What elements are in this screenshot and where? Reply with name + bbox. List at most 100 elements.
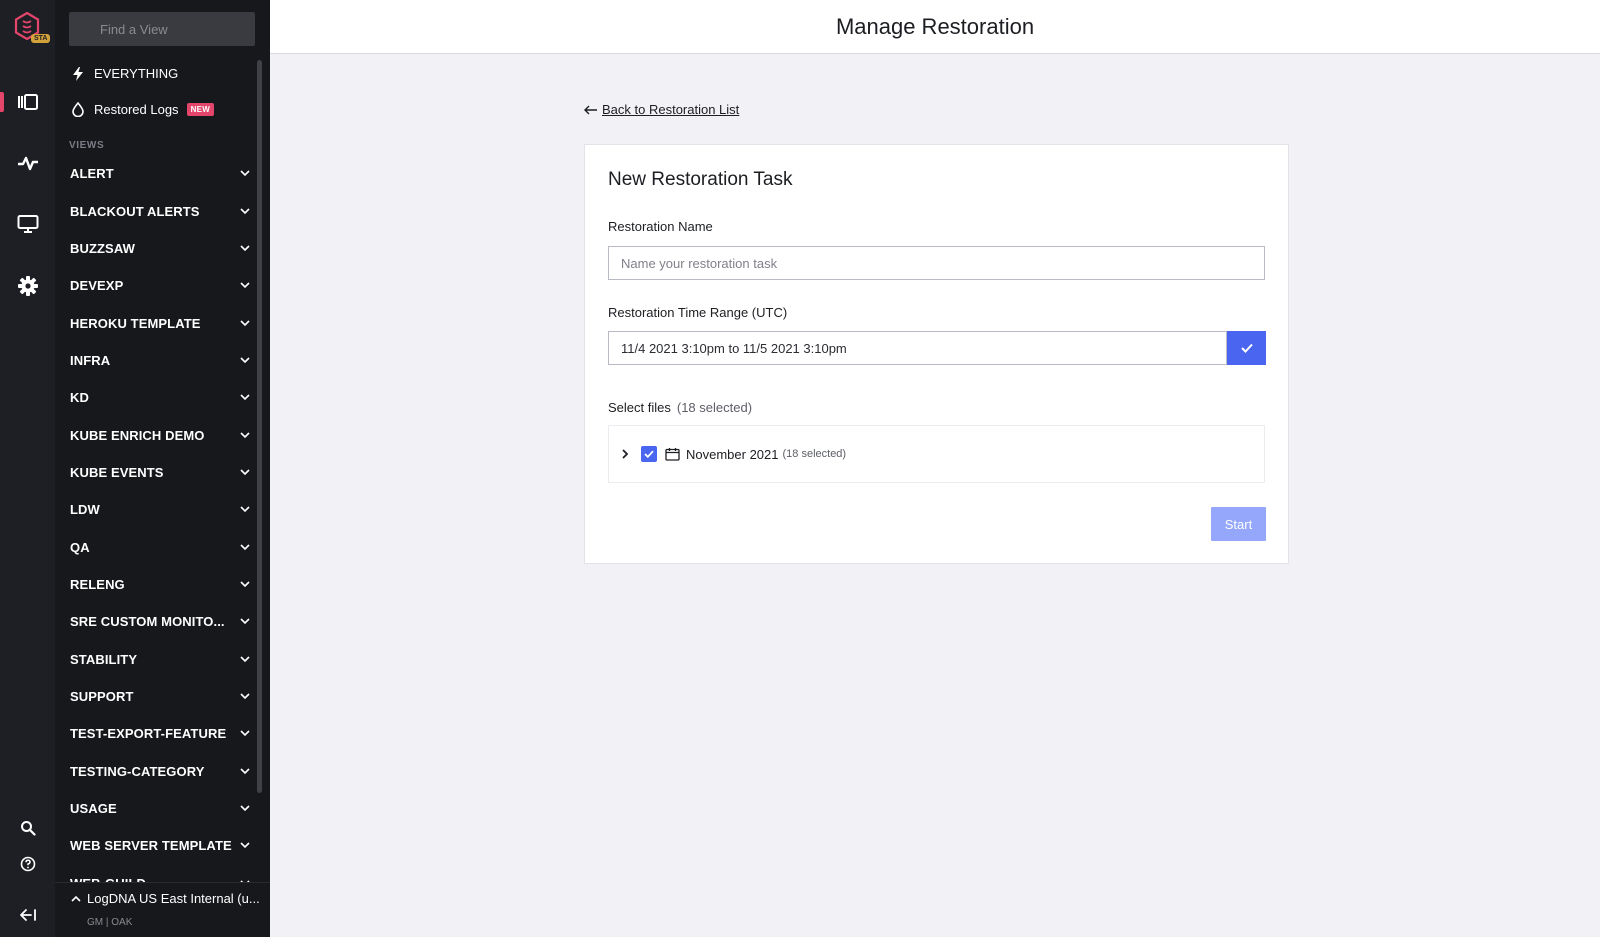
expand-caret-icon[interactable] <box>621 449 631 459</box>
sidebar-view-item[interactable]: KUBE ENRICH DEMO <box>55 416 270 453</box>
sidebar-item-everything[interactable]: EVERYTHING <box>71 66 178 81</box>
restoration-name-input[interactable] <box>608 246 1265 280</box>
sidebar-view-item[interactable]: ALERT <box>55 155 270 192</box>
org-switcher[interactable]: LogDNA US East Internal (u... GM | OAK <box>55 882 270 937</box>
view-label: QA <box>70 539 90 555</box>
back-link-label: Back to Restoration List <box>602 102 740 117</box>
file-tree: November 2021 (18 selected) <box>608 425 1265 483</box>
chevron-down-icon[interactable] <box>240 805 250 812</box>
sidebar-scrollbar[interactable] <box>257 60 262 793</box>
view-label: DEVEXP <box>70 278 124 294</box>
chevron-down-icon[interactable] <box>240 730 250 737</box>
chevron-down-icon[interactable] <box>240 544 250 551</box>
select-files-count: (18 selected) <box>676 400 753 415</box>
pulse-icon <box>17 156 38 171</box>
chevron-down-icon[interactable] <box>240 319 250 327</box>
sidebar-item-restored-logs[interactable]: Restored Logs NEW <box>71 102 215 117</box>
chevron-down-icon[interactable] <box>240 506 250 513</box>
chevron-down-icon[interactable] <box>240 245 250 252</box>
views-sidebar: Find a View EVERYTHING Restored Logs NEW… <box>55 0 270 937</box>
sidebar-view-item[interactable]: TEST-EXPORT-FEATURE <box>55 715 270 752</box>
chevron-up-icon <box>71 895 81 902</box>
views-section-label: VIEWS <box>69 140 105 151</box>
chevron-down-icon[interactable] <box>240 432 250 439</box>
sidebar-view-item[interactable]: RELENG <box>55 566 270 603</box>
sidebar-view-item[interactable]: WEB-GUILD <box>55 865 270 882</box>
chevron-down-icon[interactable] <box>240 357 250 364</box>
sidebar-view-item[interactable]: DEVEXP <box>55 267 270 304</box>
rail-graphs-button[interactable] <box>0 145 55 181</box>
page-header: Manage Restoration <box>270 0 1600 54</box>
rail-views-button[interactable] <box>0 84 55 120</box>
month-selected-count: (18 selected) <box>782 448 847 460</box>
chevron-down-icon[interactable] <box>240 581 250 588</box>
sidebar-view-item[interactable]: TESTING-CATEGORY <box>55 753 270 790</box>
month-label: November 2021 <box>686 446 779 462</box>
lightning-icon <box>71 66 85 81</box>
views-list-viewport[interactable]: ALERT BLACKOUT ALERTS BUZZSAW DEVEXP HEROKU … <box>55 155 270 882</box>
views-list: ALERT BLACKOUT ALERTS BUZZSAW DEVEXP HEROKU … <box>55 155 270 882</box>
checkmark-icon <box>644 450 654 458</box>
chevron-down-icon[interactable] <box>240 170 250 177</box>
environment-badge: STA <box>31 34 51 43</box>
sidebar-view-item[interactable]: BLACKOUT ALERTS <box>55 192 270 229</box>
sidebar-view-item[interactable]: BUZZSAW <box>55 230 270 267</box>
sidebar-view-item[interactable]: SRE CUSTOM MONITO... <box>55 603 270 640</box>
chevron-down-icon[interactable] <box>240 282 250 289</box>
chevron-down-icon[interactable] <box>240 842 250 849</box>
sidebar-view-item[interactable]: INFRA <box>55 342 270 379</box>
sidebar-view-item[interactable]: QA <box>55 528 270 565</box>
rail-search-button[interactable] <box>0 810 55 846</box>
sidebar-view-item[interactable]: KD <box>55 379 270 416</box>
sidebar-view-item[interactable]: LDW <box>55 491 270 528</box>
sidebar-view-item[interactable]: STABILITY <box>55 640 270 677</box>
chevron-down-icon[interactable] <box>240 656 250 663</box>
view-label: KUBE EVENTS <box>70 464 164 480</box>
view-label: SRE CUSTOM MONITO... <box>70 614 225 630</box>
checkmark-icon <box>1240 343 1253 353</box>
gear-icon <box>17 276 38 296</box>
time-range-confirm-button[interactable] <box>1227 331 1266 365</box>
view-label: STABILITY <box>70 651 138 667</box>
view-label: USAGE <box>70 801 117 817</box>
org-meta: GM | OAK <box>87 917 133 928</box>
select-files-label: Select files (18 selected) <box>608 400 752 415</box>
back-to-restoration-list-link[interactable]: Back to Restoration List <box>584 102 739 117</box>
find-view-search[interactable]: Find a View <box>69 12 255 46</box>
chevron-down-icon[interactable] <box>240 693 250 700</box>
collapse-icon <box>19 909 36 921</box>
view-label: BUZZSAW <box>70 240 135 256</box>
logdna-logo[interactable]: STA <box>13 11 51 43</box>
restoration-name-label: Restoration Name <box>608 219 713 234</box>
view-label: TEST-EXPORT-FEATURE <box>70 726 227 742</box>
chevron-down-icon[interactable] <box>240 469 250 476</box>
view-label: LDW <box>70 502 100 518</box>
calendar-icon <box>665 446 681 462</box>
view-label: ALERT <box>70 166 114 182</box>
chevron-down-icon[interactable] <box>240 768 250 775</box>
sidebar-view-item[interactable]: USAGE <box>55 790 270 827</box>
chevron-down-icon[interactable] <box>240 394 250 401</box>
view-label: SUPPORT <box>70 688 134 704</box>
sidebar-view-item[interactable]: SUPPORT <box>55 678 270 715</box>
card-title: New Restoration Task <box>608 169 793 190</box>
view-label: WEB SERVER TEMPLATE <box>70 838 232 854</box>
rail-boards-button[interactable] <box>0 206 55 242</box>
rail-collapse-button[interactable] <box>0 897 55 933</box>
chevron-down-icon[interactable] <box>240 618 250 625</box>
month-checkbox[interactable] <box>641 446 657 462</box>
time-range-label: Restoration Time Range (UTC) <box>608 305 788 320</box>
time-range-input[interactable]: 11/4 2021 3:10pm to 11/5 2021 3:10pm <box>608 331 1227 365</box>
sidebar-view-item[interactable]: KUBE EVENTS <box>55 454 270 491</box>
sidebar-view-item[interactable]: WEB SERVER TEMPLATE <box>55 827 270 864</box>
start-button[interactable]: Start <box>1211 507 1266 541</box>
view-label: KD <box>70 390 89 406</box>
search-icon <box>20 821 36 836</box>
rail-settings-button[interactable] <box>0 268 55 304</box>
page-title: Manage Restoration <box>835 13 1035 39</box>
find-view-placeholder: Find a View <box>100 21 168 37</box>
rail-help-button[interactable] <box>0 846 55 882</box>
chevron-down-icon[interactable] <box>240 207 250 215</box>
sidebar-view-item[interactable]: HEROKU TEMPLATE <box>55 304 270 341</box>
select-files-text: Select files <box>608 400 671 415</box>
